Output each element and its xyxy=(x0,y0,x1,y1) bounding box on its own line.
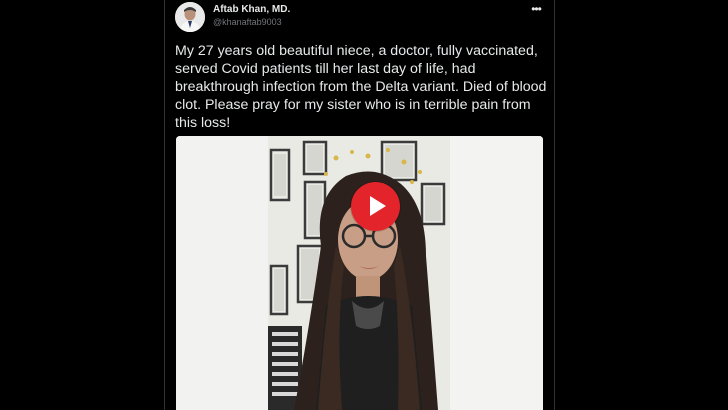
play-icon[interactable] xyxy=(351,182,400,231)
author-name[interactable]: Aftab Khan, MD. xyxy=(213,4,290,15)
tweet-card: Aftab Khan, MD. @khanaftab9003 ••• My 27… xyxy=(164,0,555,410)
avatar[interactable] xyxy=(175,2,205,32)
video-thumbnail[interactable] xyxy=(176,136,543,410)
more-horizontal-icon[interactable]: ••• xyxy=(527,3,545,17)
video-frame-image xyxy=(176,136,543,410)
tweet-text: My 27 years old beautiful niece, a docto… xyxy=(175,43,547,131)
play-triangle xyxy=(370,196,386,216)
author-handle[interactable]: @khanaftab9003 xyxy=(213,17,282,27)
